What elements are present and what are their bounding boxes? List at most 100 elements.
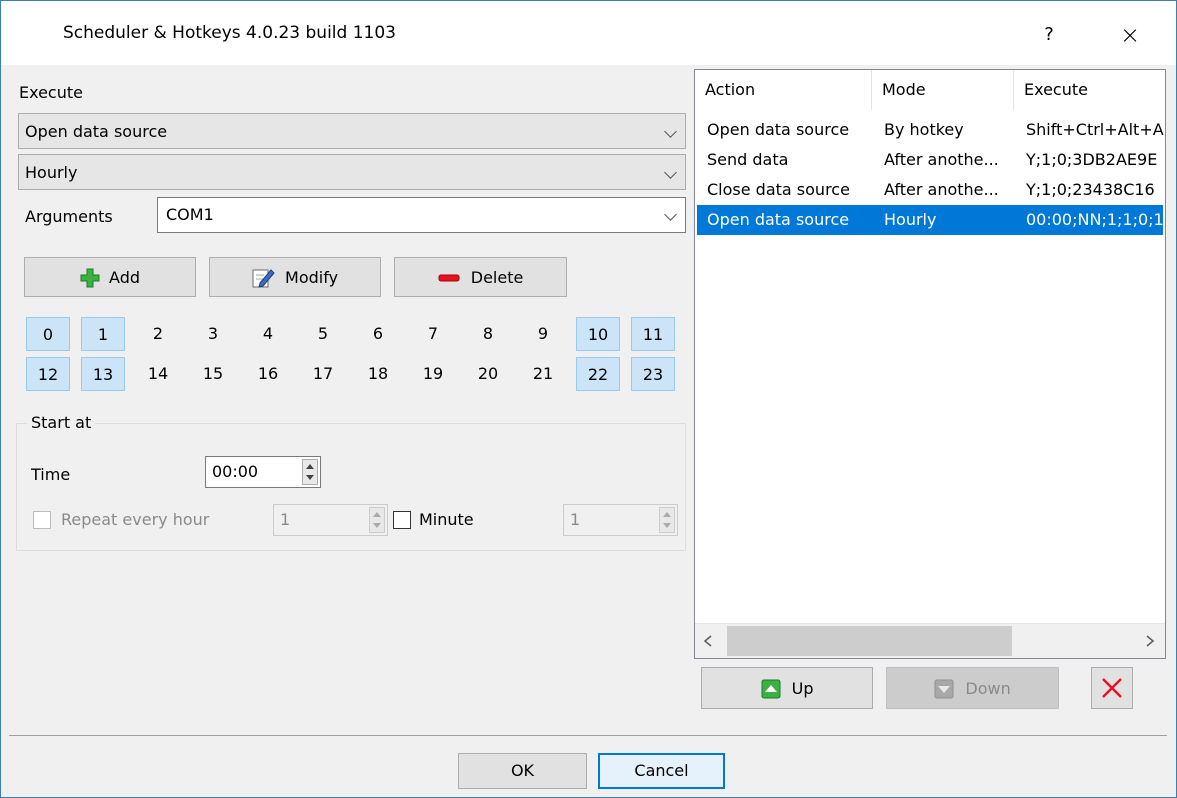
cell-execute: Y;1;0;23438C16	[1026, 180, 1155, 199]
cell-execute: 00:00;NN;1;1;0;1	[1026, 210, 1164, 229]
cell-action: Open data source	[707, 210, 850, 229]
hour-cell[interactable]: 17	[301, 357, 345, 391]
spin-down-icon	[663, 523, 671, 528]
cell-execute: Y;1;0;3DB2AE9E	[1026, 150, 1158, 169]
time-label: Time	[31, 465, 71, 484]
hour-cell[interactable]: 15	[191, 357, 235, 391]
hour-cell[interactable]: 7	[411, 317, 455, 351]
hour-cell[interactable]: 6	[356, 317, 400, 351]
hour-cell[interactable]: 0	[26, 317, 70, 351]
modify-button[interactable]: Modify	[209, 257, 381, 297]
minus-icon	[438, 274, 460, 281]
hour-cell[interactable]: 13	[81, 357, 125, 391]
hour-cell[interactable]: 3	[191, 317, 235, 351]
execute-label: Execute	[19, 83, 83, 102]
hour-cell[interactable]: 12	[26, 357, 70, 391]
red-x-icon	[1102, 678, 1122, 698]
hour-cell[interactable]: 16	[246, 357, 290, 391]
scheduler-window: Scheduler & Hotkeys 4.0.23 build 1103 ? …	[0, 0, 1177, 798]
cell-execute: Shift+Ctrl+Alt+A;E	[1026, 120, 1165, 139]
minute-label: Minute	[419, 510, 474, 529]
minute-spinner[interactable]	[659, 507, 675, 533]
edit-icon	[252, 268, 275, 288]
table-row[interactable]: Send data After anothe... Y;1;0;3DB2AE9E	[697, 145, 1163, 175]
horizontal-scrollbar[interactable]	[695, 623, 1165, 658]
hour-cell[interactable]: 2	[136, 317, 180, 351]
scroll-right-icon[interactable]	[1145, 635, 1155, 647]
add-button[interactable]: Add	[24, 257, 196, 297]
close-button[interactable]: ×	[1107, 15, 1153, 55]
repeat-hours-input[interactable]: 1	[273, 504, 388, 536]
time-spinner[interactable]	[302, 459, 318, 485]
up-button-label: Up	[791, 678, 814, 698]
cancel-button[interactable]: Cancel	[598, 753, 725, 789]
table-row[interactable]: Close data source After anothe... Y;1;0;23…	[697, 175, 1163, 205]
minute-input[interactable]: 1	[563, 504, 678, 536]
start-at-label: Start at	[27, 413, 96, 432]
scroll-thumb[interactable]	[727, 626, 1012, 656]
repeat-every-hour-label: Repeat every hour	[61, 510, 210, 529]
hour-cell[interactable]: 4	[246, 317, 290, 351]
column-header-execute[interactable]: Execute	[1014, 70, 1165, 110]
repeat-every-hour-checkbox[interactable]	[33, 511, 51, 529]
cell-mode: By hotkey	[884, 120, 964, 139]
spin-down-icon	[373, 523, 381, 528]
repeat-hours-value: 1	[280, 510, 291, 529]
delete-button[interactable]: Delete	[394, 257, 567, 297]
hour-cell[interactable]: 18	[356, 357, 400, 391]
hour-cell[interactable]: 5	[301, 317, 345, 351]
ok-button[interactable]: OK	[458, 753, 587, 789]
time-value: 00:00	[212, 462, 259, 481]
spin-up-icon	[306, 464, 314, 469]
arrow-down-icon	[934, 679, 954, 698]
hour-cell[interactable]: 11	[631, 317, 675, 351]
cell-mode: After anothe...	[884, 150, 999, 169]
time-input[interactable]: 00:00	[205, 456, 321, 488]
hour-cell[interactable]: 21	[521, 357, 565, 391]
action-select[interactable]: Open data source	[18, 113, 686, 149]
help-button[interactable]: ?	[1029, 15, 1069, 55]
hour-cell[interactable]: 14	[136, 357, 180, 391]
hour-cell[interactable]: 9	[521, 317, 565, 351]
task-list[interactable]: Action Mode Execute Open data source By h…	[694, 69, 1166, 659]
column-header-action[interactable]: Action	[695, 70, 872, 110]
remove-button[interactable]	[1091, 667, 1133, 709]
chevron-down-icon	[664, 166, 677, 179]
down-button[interactable]: Down	[886, 667, 1059, 709]
cell-action: Open data source	[707, 120, 850, 139]
hour-cell[interactable]: 22	[576, 357, 620, 391]
arguments-label: Arguments	[25, 207, 113, 226]
scroll-left-icon[interactable]	[703, 635, 713, 647]
minute-checkbox[interactable]	[393, 511, 411, 529]
minute-value: 1	[570, 510, 581, 529]
spin-up-icon	[663, 512, 671, 517]
plus-icon	[80, 268, 100, 287]
mode-select[interactable]: Hourly	[18, 154, 686, 190]
hour-cell[interactable]: 10	[576, 317, 620, 351]
title-bar: Scheduler & Hotkeys 4.0.23 build 1103 ? …	[1, 1, 1176, 65]
hour-cell[interactable]: 8	[466, 317, 510, 351]
hour-cell[interactable]: 19	[411, 357, 455, 391]
arrow-up-icon	[761, 679, 781, 698]
arguments-value: COM1	[166, 205, 214, 224]
cell-mode: After anothe...	[884, 180, 999, 199]
delete-button-label: Delete	[470, 267, 524, 287]
chevron-down-icon	[664, 125, 677, 138]
hour-cell[interactable]: 20	[466, 357, 510, 391]
add-button-label: Add	[109, 267, 141, 287]
hour-cell[interactable]: 1	[81, 317, 125, 351]
modify-button-label: Modify	[285, 267, 339, 287]
repeat-hours-spinner[interactable]	[369, 507, 385, 533]
up-button[interactable]: Up	[701, 667, 873, 709]
chevron-down-icon	[664, 208, 677, 221]
window-title: Scheduler & Hotkeys 4.0.23 build 1103	[63, 23, 396, 43]
hour-cell[interactable]: 23	[631, 357, 675, 391]
table-row[interactable]: Open data source By hotkey Shift+Ctrl+Alt+…	[697, 115, 1165, 145]
table-row[interactable]: Open data source Hourly 00:00;NN;1;1;0;1	[697, 205, 1164, 235]
column-header-mode[interactable]: Mode	[872, 70, 1014, 110]
arguments-input[interactable]: COM1	[157, 197, 686, 233]
down-button-label: Down	[965, 678, 1011, 698]
cell-action: Send data	[707, 150, 789, 169]
spin-down-icon	[306, 475, 314, 480]
action-select-value: Open data source	[25, 122, 168, 141]
